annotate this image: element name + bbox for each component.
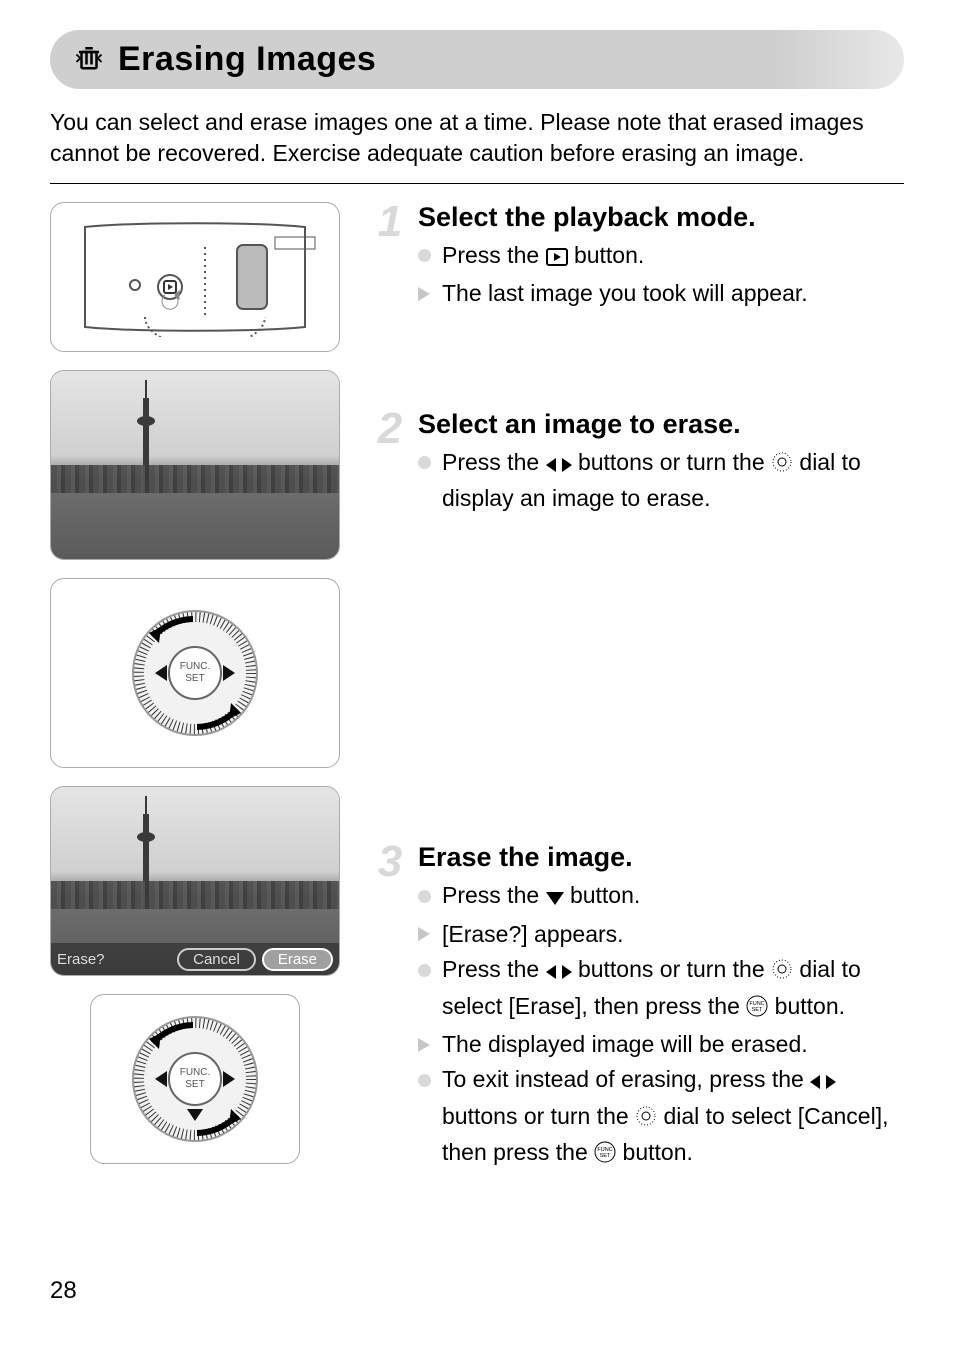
control-dial-down: FUNC. SET (90, 994, 300, 1164)
section-title: Erasing Images (118, 40, 376, 79)
svg-text:FUNC.: FUNC. (180, 1067, 211, 1078)
divider (50, 183, 904, 184)
left-right-icon (546, 449, 572, 482)
playback-icon (546, 242, 568, 275)
illustration-column: FUNC. SET Erase? Cancel Erase (50, 202, 340, 1174)
step-title: Select an image to erase. (418, 409, 904, 440)
step-number: 2 (370, 409, 410, 518)
step-3: 3 Erase the image. Press the button. [Er… (370, 842, 904, 1174)
cancel-option: Cancel (177, 948, 256, 971)
erase-prompt-label: Erase? (57, 951, 105, 968)
left-right-icon (810, 1066, 836, 1099)
section-title-bar: Erasing Images (50, 30, 904, 89)
svg-text:SET: SET (185, 673, 204, 684)
step-title: Select the playback mode. (418, 202, 904, 233)
svg-text:FUNC.: FUNC. (180, 661, 211, 672)
intro-text: You can select and erase images one at a… (50, 107, 904, 169)
erase-title-icon (74, 42, 104, 77)
dial-icon (635, 1103, 657, 1136)
instruction: Press the buttons or turn the dial to di… (418, 446, 904, 516)
func-set-icon: FUNCSET (594, 1139, 616, 1172)
lcd-erase-prompt: Erase? Cancel Erase (50, 786, 340, 976)
step-number: 3 (370, 842, 410, 1174)
instruction: To exit instead of erasing, press the bu… (418, 1063, 904, 1172)
instruction: Press the buttons or turn the dial to se… (418, 953, 904, 1026)
result: The displayed image will be erased. (418, 1028, 904, 1061)
step-number: 1 (370, 202, 410, 313)
step-title: Erase the image. (418, 842, 904, 873)
down-icon (546, 882, 564, 915)
func-set-icon: FUNCSET (746, 993, 768, 1026)
svg-text:SET: SET (185, 1079, 204, 1090)
svg-text:SET: SET (752, 1007, 763, 1013)
dial-icon (771, 449, 793, 482)
lcd-preview-image (50, 370, 340, 560)
erase-option: Erase (262, 948, 333, 971)
instruction: Press the button. (418, 879, 904, 915)
result: The last image you took will appear. (418, 277, 904, 310)
step-1: 1 Select the playback mode. Press the bu… (370, 202, 904, 313)
steps-column: 1 Select the playback mode. Press the bu… (370, 202, 904, 1174)
left-right-icon (546, 956, 572, 989)
page-number: 28 (50, 1277, 77, 1305)
svg-text:SET: SET (600, 1153, 611, 1159)
result: [Erase?] appears. (418, 918, 904, 951)
camera-back-diagram (50, 202, 340, 352)
dial-icon (771, 956, 793, 989)
control-dial-leftright: FUNC. SET (50, 578, 340, 768)
step-2: 2 Select an image to erase. Press the bu… (370, 409, 904, 518)
instruction: Press the button. (418, 239, 904, 275)
